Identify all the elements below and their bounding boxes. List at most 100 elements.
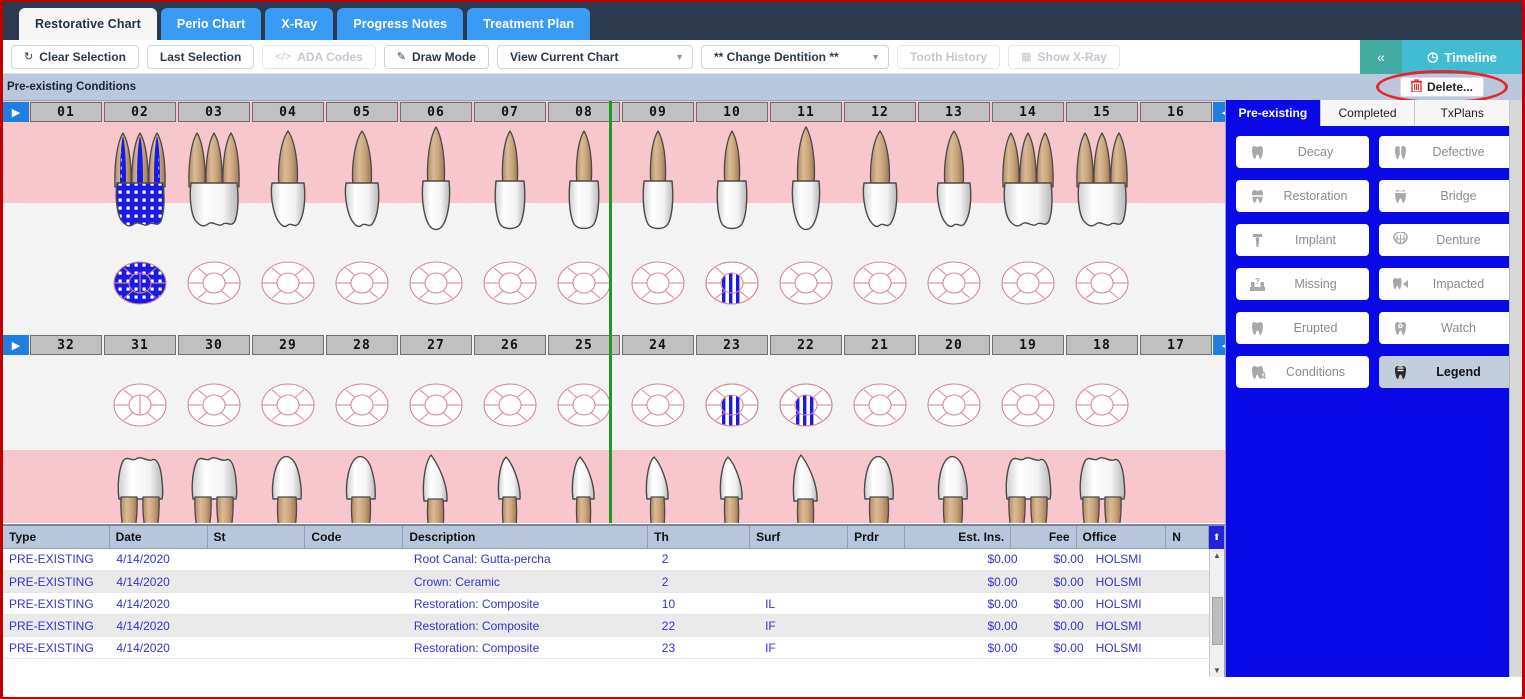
tooth-slot-03[interactable] (177, 235, 251, 331)
table-row[interactable]: PRE-EXISTING4/14/2020Restoration: Compos… (3, 637, 1224, 659)
tooth-graphic-05[interactable] (331, 125, 393, 233)
tooth-slot-09[interactable] (621, 125, 695, 233)
occlusal-surface-15[interactable] (1071, 254, 1133, 312)
tooth-slot-04[interactable] (251, 235, 325, 331)
occlusal-surface-02[interactable] (109, 254, 171, 312)
tooth-graphic-31[interactable] (109, 451, 171, 523)
tooth-slot-13[interactable] (917, 125, 991, 233)
tooth-graphic-32[interactable] (35, 451, 97, 523)
timeline-button[interactable]: ◷ Timeline (1402, 40, 1522, 74)
occlusal-surface-32[interactable] (35, 376, 97, 434)
column-header-st[interactable]: St (207, 526, 305, 548)
tooth-slot-20[interactable] (917, 451, 991, 523)
tooth-number-30[interactable]: 30 (178, 335, 250, 355)
tooth-graphic-01[interactable] (35, 125, 97, 233)
tab-x-ray[interactable]: X-Ray (265, 8, 333, 40)
tooth-number-06[interactable]: 06 (400, 102, 472, 122)
tooth-slot-12[interactable] (843, 125, 917, 233)
tooth-slot-13[interactable] (917, 235, 991, 331)
tooth-number-23[interactable]: 23 (696, 335, 768, 355)
occlusal-surface-16[interactable] (1145, 254, 1207, 312)
column-header-prdr[interactable]: Prdr (848, 526, 905, 548)
occlusal-surface-04[interactable] (257, 254, 319, 312)
tooth-graphic-11[interactable] (775, 125, 837, 233)
column-header-office[interactable]: Office (1076, 526, 1166, 548)
tooth-slot-19[interactable] (991, 451, 1065, 523)
panel-tab-txplans[interactable]: TxPlans (1415, 100, 1510, 126)
tab-treatment-plan[interactable]: Treatment Plan (467, 8, 590, 40)
table-row[interactable]: PRE-EXISTING4/14/2020Root Canal: Gutta-p… (3, 549, 1224, 571)
tooth-graphic-19[interactable] (997, 451, 1059, 523)
tooth-slot-04[interactable] (251, 125, 325, 233)
tooth-slot-32[interactable] (29, 451, 103, 523)
tooth-number-01[interactable]: 01 (30, 102, 102, 122)
condition-button-impacted[interactable]: Impacted (1379, 268, 1512, 300)
tooth-graphic-29[interactable] (257, 451, 319, 523)
column-header-est-ins-[interactable]: Est. Ins. (905, 526, 1011, 548)
tooth-number-09[interactable]: 09 (622, 102, 694, 122)
occlusal-surface-12[interactable] (849, 254, 911, 312)
occlusal-surface-07[interactable] (479, 254, 541, 312)
condition-button-missing[interactable]: ?Missing (1236, 268, 1369, 300)
tooth-graphic-21[interactable] (849, 451, 911, 523)
tab-perio-chart[interactable]: Perio Chart (161, 8, 261, 40)
ada-codes-button[interactable]: </> ADA Codes (262, 45, 375, 69)
tooth-slot-29[interactable] (251, 451, 325, 523)
tooth-slot-18[interactable] (1065, 451, 1139, 523)
triangle-up-icon[interactable]: ▲ (1210, 549, 1224, 563)
tooth-slot-06[interactable] (399, 125, 473, 233)
panel-scrollbar[interactable] (1509, 126, 1522, 677)
tooth-graphic-02[interactable] (109, 125, 171, 233)
occlusal-surface-20[interactable] (923, 376, 985, 434)
chart-scroll-left-button[interactable]: ▶ (3, 335, 29, 355)
tooth-number-04[interactable]: 04 (252, 102, 324, 122)
tooth-graphic-12[interactable] (849, 125, 911, 233)
triangle-down-icon[interactable]: ▼ (1210, 663, 1224, 677)
column-header-surf[interactable]: Surf (750, 526, 848, 548)
change-dentition-select[interactable]: ** Change Dentition ** ▼ (701, 45, 889, 69)
tooth-graphic-25[interactable] (553, 451, 615, 523)
occlusal-surface-06[interactable] (405, 254, 467, 312)
tooth-number-13[interactable]: 13 (918, 102, 990, 122)
tooth-slot-18[interactable] (1065, 357, 1139, 453)
chart-scroll-right-button[interactable]: ◀ (1213, 335, 1225, 355)
tooth-slot-10[interactable] (695, 125, 769, 233)
tooth-graphic-09[interactable] (627, 125, 689, 233)
tab-restorative-chart[interactable]: Restorative Chart (19, 8, 157, 40)
scrollbar-thumb[interactable] (1212, 597, 1223, 645)
tooth-slot-22[interactable] (769, 451, 843, 523)
tooth-number-07[interactable]: 07 (474, 102, 546, 122)
occlusal-surface-13[interactable] (923, 254, 985, 312)
tooth-slot-32[interactable] (29, 357, 103, 453)
condition-button-denture[interactable]: Denture (1379, 224, 1512, 256)
tooth-slot-17[interactable] (1139, 451, 1213, 523)
tooth-slot-28[interactable] (325, 357, 399, 453)
condition-button-watch[interactable]: Watch (1379, 312, 1512, 344)
tooth-slot-23[interactable] (695, 357, 769, 453)
tooth-slot-16[interactable] (1139, 235, 1213, 331)
tooth-slot-30[interactable] (177, 357, 251, 453)
tooth-graphic-15[interactable] (1071, 125, 1133, 233)
occlusal-surface-11[interactable] (775, 254, 837, 312)
occlusal-surface-31[interactable] (109, 376, 171, 434)
tooth-slot-03[interactable] (177, 125, 251, 233)
tooth-slot-30[interactable] (177, 451, 251, 523)
tooth-number-20[interactable]: 20 (918, 335, 990, 355)
tooth-slot-20[interactable] (917, 357, 991, 453)
tooth-number-22[interactable]: 22 (770, 335, 842, 355)
tooth-number-31[interactable]: 31 (104, 335, 176, 355)
tooth-slot-01[interactable] (29, 125, 103, 233)
occlusal-surface-30[interactable] (183, 376, 245, 434)
panel-tab-completed[interactable]: Completed (1321, 100, 1416, 126)
tooth-graphic-13[interactable] (923, 125, 985, 233)
tooth-number-16[interactable]: 16 (1140, 102, 1212, 122)
sort-toggle-button[interactable]: ⬆ (1209, 526, 1224, 549)
column-header-fee[interactable]: Fee (1011, 526, 1076, 548)
occlusal-surface-08[interactable] (553, 254, 615, 312)
condition-button-decay[interactable]: Decay (1236, 136, 1369, 168)
tooth-number-26[interactable]: 26 (474, 335, 546, 355)
tooth-slot-31[interactable] (103, 451, 177, 523)
occlusal-surface-14[interactable] (997, 254, 1059, 312)
tooth-number-14[interactable]: 14 (992, 102, 1064, 122)
occlusal-surface-28[interactable] (331, 376, 393, 434)
